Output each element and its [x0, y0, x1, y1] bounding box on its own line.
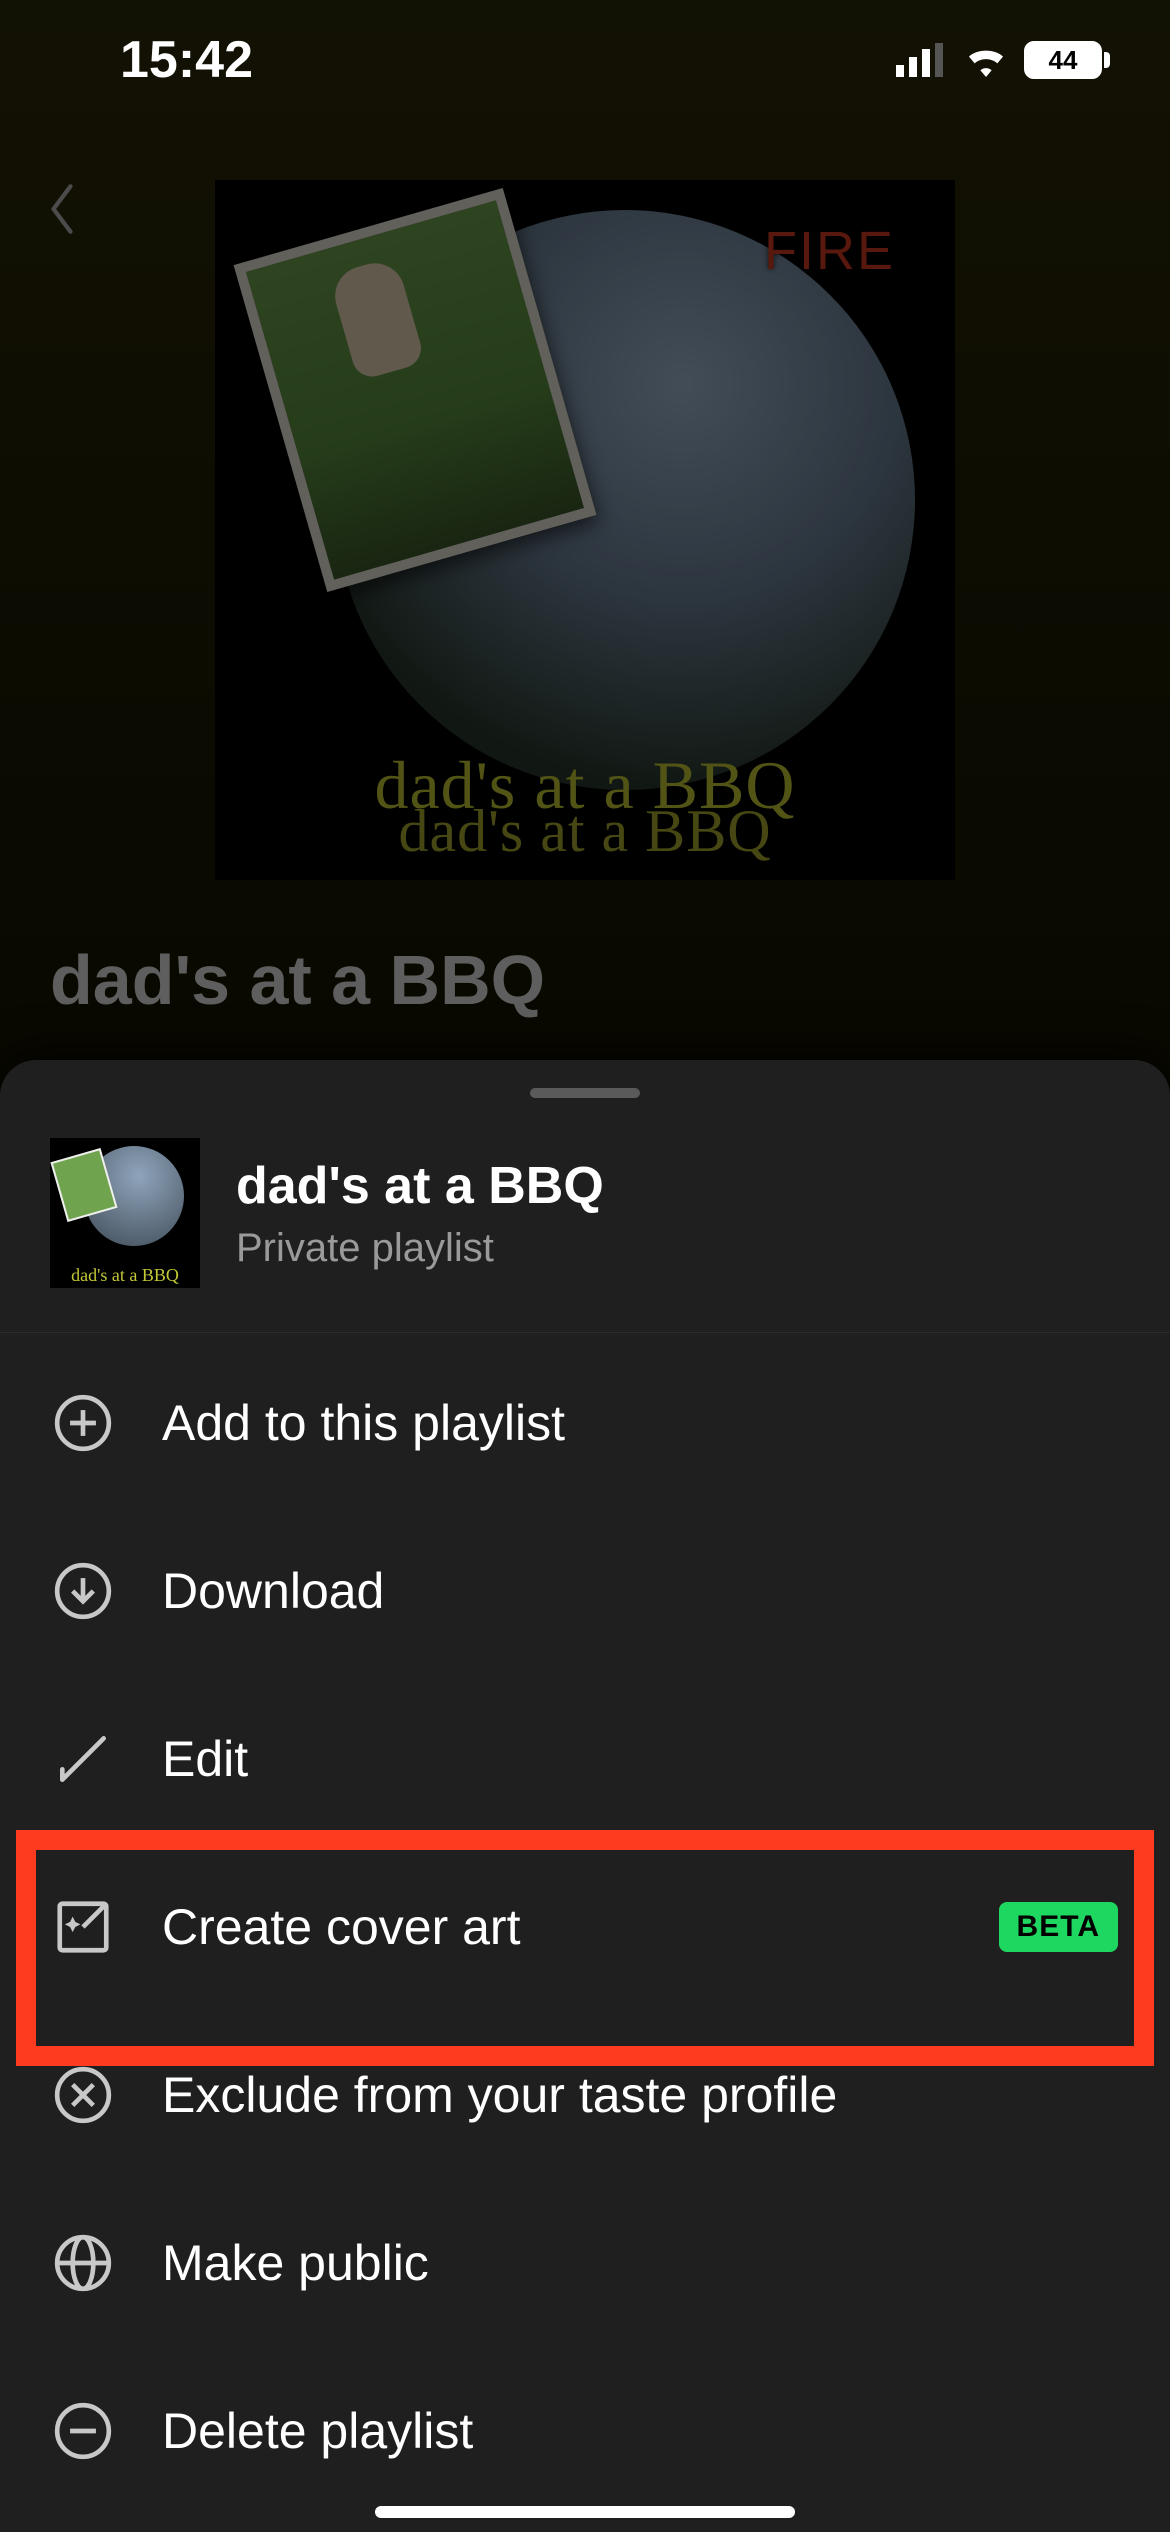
sheet-header: dad's at a BBQ dad's at a BBQ Private pl…	[0, 1098, 1170, 1333]
context-menu-sheet: dad's at a BBQ dad's at a BBQ Private pl…	[0, 1060, 1170, 2532]
menu-label: Create cover art	[162, 1898, 951, 1956]
sparkle-edit-icon	[52, 1896, 114, 1958]
menu-label: Download	[162, 1562, 1118, 1620]
sheet-playlist-thumbnail: dad's at a BBQ	[50, 1138, 200, 1288]
home-indicator[interactable]	[375, 2506, 795, 2518]
download-icon	[52, 1560, 114, 1622]
battery-indicator: 44	[1024, 41, 1110, 79]
menu-edit[interactable]: Edit	[0, 1675, 1170, 1843]
menu-add-to-playlist[interactable]: Add to this playlist	[0, 1339, 1170, 1507]
menu-exclude-taste-profile[interactable]: Exclude from your taste profile	[0, 2011, 1170, 2179]
minus-circle-icon	[52, 2400, 114, 2462]
menu-label: Make public	[162, 2234, 1118, 2292]
menu-create-cover-art[interactable]: Create cover art BETA	[0, 1843, 1170, 2011]
status-bar: 15:42 44	[0, 0, 1170, 120]
menu-label: Edit	[162, 1730, 1118, 1788]
wifi-icon	[962, 43, 1010, 77]
sheet-playlist-subtitle: Private playlist	[236, 1226, 604, 1271]
cellular-icon	[896, 43, 948, 77]
pencil-icon	[52, 1728, 114, 1790]
menu-delete-playlist[interactable]: Delete playlist	[0, 2347, 1170, 2515]
menu-make-public[interactable]: Make public	[0, 2179, 1170, 2347]
plus-circle-icon	[52, 1392, 114, 1454]
globe-icon	[52, 2232, 114, 2294]
menu-label: Add to this playlist	[162, 1394, 1118, 1452]
beta-badge: BETA	[999, 1902, 1118, 1952]
battery-percent: 44	[1049, 45, 1078, 76]
sheet-drag-handle[interactable]	[530, 1088, 640, 1098]
menu-label: Delete playlist	[162, 2402, 1118, 2460]
x-circle-icon	[52, 2064, 114, 2126]
context-menu: Add to this playlist Download Edit Creat…	[0, 1333, 1170, 2515]
menu-label: Exclude from your taste profile	[162, 2066, 1118, 2124]
sheet-playlist-title: dad's at a BBQ	[236, 1156, 604, 1216]
menu-download[interactable]: Download	[0, 1507, 1170, 1675]
status-time: 15:42	[120, 30, 253, 90]
